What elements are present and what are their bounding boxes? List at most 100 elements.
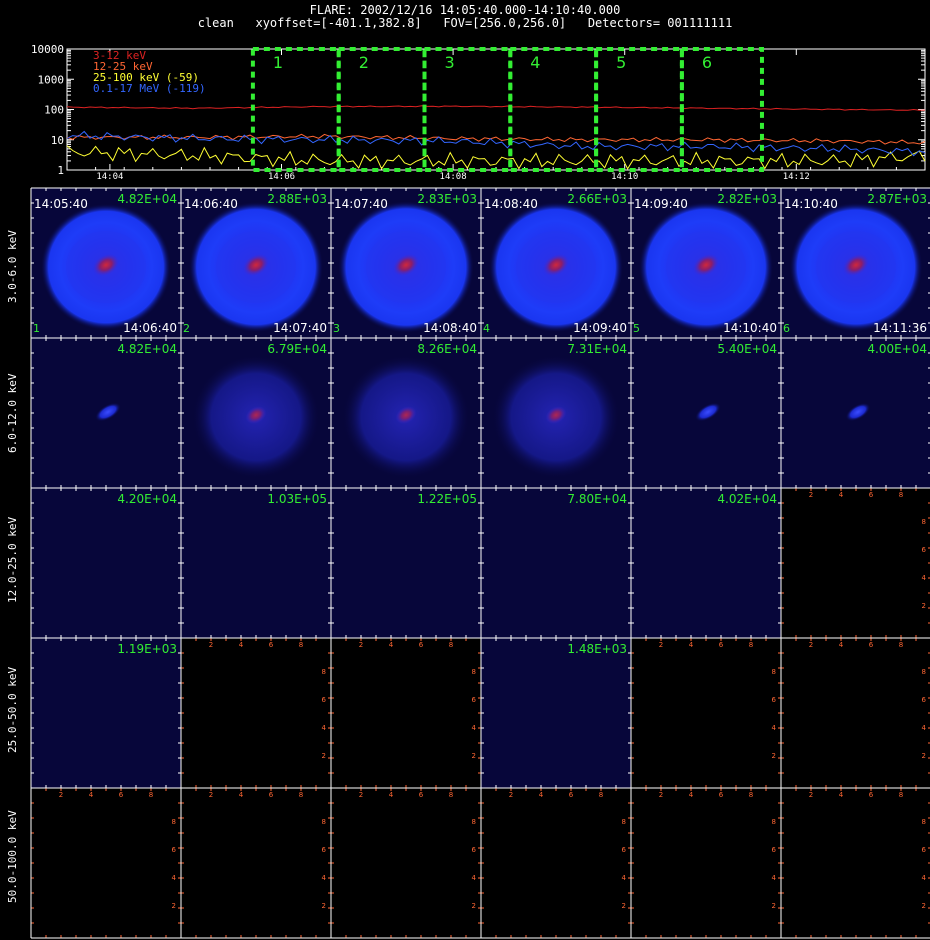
axis-tick-label: 6 [922,696,927,704]
axis-tick-label: 6 [922,546,927,554]
image-cell: 2.88E+03 14:06:40 14:07:40 2 [181,188,331,338]
image-cell: 2 2 4 4 6 6 8 8 [781,788,930,938]
image-cell: 1.03E+05 [181,488,331,638]
image-cell: 2 2 4 4 6 6 8 8 [631,638,781,788]
axis-tick-label: 8 [922,518,926,526]
axis-tick-label: 2 [622,902,626,910]
axis-tick-label: 8 [299,641,303,649]
axis-tick-label: 4 [839,641,844,649]
energy-band-label: 12.0-25.0 keV [6,516,19,603]
cell-interval-index: 2 [183,322,190,335]
axis-tick-label: 6 [772,846,777,854]
axis-tick-label: 2 [322,752,326,760]
axis-tick-label: 6 [269,791,274,799]
axis-tick-label: 2 [809,791,813,799]
axis-tick-label: 6 [869,491,874,499]
cell-max-value: 1.03E+05 [267,492,327,506]
cell-interval-index: 6 [783,322,790,335]
axis-tick-label: 4 [922,724,927,732]
axis-tick-label: 8 [749,641,753,649]
cell-start-time: 14:10:40 [784,197,838,211]
image-cell: 7.80E+04 [481,488,631,638]
axis-tick-label: 6 [419,791,424,799]
axis-tick-label: 4 [389,791,394,799]
image-cell: 4.82E+04 14:05:40 14:06:40 1 [31,188,181,338]
axis-tick-label: 6 [472,846,477,854]
image-cell: 2 2 4 4 6 6 8 8 [631,788,781,938]
cell-interval-index: 5 [633,322,640,335]
cell-max-value: 2.88E+03 [267,192,327,206]
cell-background [631,638,781,788]
cell-end-time: 14:10:40 [723,321,777,335]
image-cell: 5.40E+04 [631,338,781,488]
cell-max-value: 4.02E+04 [717,492,777,506]
cell-background [331,488,481,638]
axis-tick-label: 4 [89,791,94,799]
axis-tick-label: 8 [449,791,453,799]
axis-tick-label: 2 [322,902,326,910]
image-cell: 2 2 4 4 6 6 8 8 [331,788,481,938]
axis-tick-label: 4 [539,791,544,799]
axis-tick-label: 4 [622,874,627,882]
axis-tick-label: 4 [239,641,244,649]
axis-tick-label: 4 [922,574,927,582]
axis-tick-label: 8 [772,818,776,826]
image-cell: 2 2 4 4 6 6 8 8 [181,638,331,788]
axis-tick-label: 8 [899,491,903,499]
image-cell: 2 2 4 4 6 6 8 8 [331,638,481,788]
axis-tick-label: 4 [772,874,777,882]
cell-background [781,488,930,638]
axis-tick-label: 8 [622,818,626,826]
axis-tick-label: 2 [172,902,176,910]
axis-tick-label: 4 [472,874,477,882]
image-cell: 2 2 4 4 6 6 8 8 [481,788,631,938]
axis-tick-label: 6 [772,696,777,704]
axis-tick-label: 8 [472,818,476,826]
image-cell: 1.22E+05 [331,488,481,638]
image-cell: 2 2 4 4 6 6 8 8 [31,788,181,938]
axis-tick-label: 8 [899,641,903,649]
energy-band-label: 3.0-6.0 keV [6,230,19,303]
axis-tick-label: 8 [772,668,776,676]
axis-tick-label: 2 [922,752,926,760]
axis-tick-label: 6 [119,791,124,799]
axis-tick-label: 6 [322,696,327,704]
cell-max-value: 6.79E+04 [267,342,327,356]
cell-end-time: 14:08:40 [423,321,477,335]
axis-tick-label: 4 [922,874,927,882]
cell-interval-index: 4 [483,322,490,335]
axis-tick-label: 2 [59,791,63,799]
axis-tick-label: 6 [869,641,874,649]
cell-start-time: 14:08:40 [484,197,538,211]
axis-tick-label: 8 [172,818,176,826]
cell-background [31,788,181,938]
cell-background [631,488,781,638]
axis-tick-label: 8 [449,641,453,649]
axis-tick-label: 6 [719,791,724,799]
image-cell: 4.82E+04 [31,338,181,488]
axis-tick-label: 6 [472,696,477,704]
axis-tick-label: 6 [869,791,874,799]
axis-tick-label: 4 [389,641,394,649]
image-cell: 1.19E+03 [31,638,181,788]
cell-background [481,638,631,788]
cell-max-value: 7.80E+04 [567,492,627,506]
axis-tick-label: 2 [922,602,926,610]
axis-tick-label: 4 [472,724,477,732]
image-cell: 4.00E+04 [781,338,930,488]
image-cell: 8.26E+04 [331,338,481,488]
axis-tick-label: 2 [359,791,363,799]
axis-tick-label: 4 [839,491,844,499]
axis-tick-label: 8 [922,818,926,826]
axis-tick-label: 8 [472,668,476,676]
axis-tick-label: 8 [322,818,326,826]
axis-tick-label: 8 [299,791,303,799]
cell-max-value: 2.82E+03 [717,192,777,206]
cell-max-value: 4.82E+04 [117,192,177,206]
cell-max-value: 4.20E+04 [117,492,177,506]
axis-tick-label: 4 [322,724,327,732]
energy-band-label: 6.0-12.0 keV [6,373,19,453]
image-cell: 4.20E+04 [31,488,181,638]
axis-tick-label: 4 [172,874,177,882]
image-cell: 4.02E+04 [631,488,781,638]
